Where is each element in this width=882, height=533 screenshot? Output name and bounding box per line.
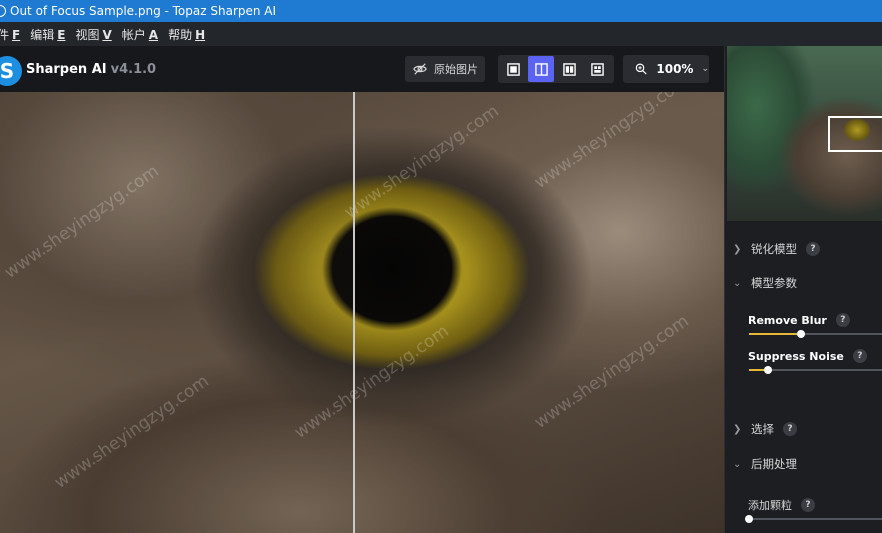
help-icon[interactable]: ? [801,498,815,512]
view-single-button[interactable] [500,56,526,82]
eye-off-icon [413,63,427,75]
original-half-overlay [0,92,354,533]
section-post-processing-label: 后期处理 [751,457,797,471]
watermark-text-5: www.sheyingzyg.com [530,92,693,193]
navigator-thumbnail[interactable] [727,46,882,221]
sharpen-ai-logo-icon: S [0,56,22,86]
slider-thumb[interactable] [797,330,806,338]
app-name-text: Sharpen AI [26,62,107,77]
app-header: S Sharpen AI v4.1.0 原始图片 100% ⌄ [0,46,724,92]
show-original-label: 原始图片 [434,63,478,76]
chevron-right-icon: ❯ [733,243,742,255]
menu-view-label: 视图 [75,27,100,42]
zoom-control[interactable]: 100% ⌄ [623,55,709,83]
chevron-right-icon: ❯ [733,423,742,435]
slider-fill [749,333,802,335]
app-name: Sharpen AI v4.1.0 [26,62,156,77]
suppress-noise-slider[interactable] [749,366,882,374]
remove-blur-slider[interactable] [749,330,882,338]
show-original-button[interactable]: 原始图片 [405,56,485,82]
add-grain-label: 添加颗粒 ? [748,497,815,513]
add-grain-text: 添加颗粒 [748,499,792,512]
app-window-icon [0,5,6,17]
comparison-view-icon [590,62,604,76]
watermark-text-6: www.sheyingzyg.com [530,311,693,433]
chevron-down-icon: ⌄ [733,458,742,470]
image-preview-canvas[interactable]: www.sheyingzyg.com www.sheyingzyg.com ww… [0,92,724,533]
watermark-text-3: www.sheyingzyg.com [340,101,503,223]
zoom-in-icon [635,63,647,75]
remove-blur-label: Remove Blur ? [748,313,850,327]
menu-help[interactable]: 帮助 H [168,26,205,43]
section-sharpen-model[interactable]: ❯ 锐化模型 ? [733,241,820,257]
window-title: Out of Focus Sample.png - Topaz Sharpen … [10,4,277,18]
view-mode-group [498,55,614,83]
settings-panel: ❯ 锐化模型 ? ⌄ 模型参数 Remove Blur ? Suppress N… [724,46,882,533]
section-select[interactable]: ❯ 选择 ? [733,421,797,437]
menu-file-label: 件 [0,27,10,42]
section-post-processing[interactable]: ⌄ 后期处理 [733,456,797,472]
split-view-icon [534,62,548,76]
zoom-chevron-down-icon[interactable]: ⌄ [701,64,709,74]
slider-thumb[interactable] [745,515,753,523]
section-model-params[interactable]: ⌄ 模型参数 [733,275,797,291]
menu-bar: 件F 编辑 E 视图 V 帐户 A 帮助 H [0,22,882,46]
menu-view[interactable]: 视图 V [75,26,111,43]
section-sharpen-model-label: 锐化模型 [751,242,797,256]
side-by-side-icon [562,62,576,76]
menu-file-key: F [12,27,21,42]
slider-thumb[interactable] [763,366,772,374]
help-icon[interactable]: ? [783,422,797,436]
navigator-viewport-frame[interactable] [828,116,882,152]
menu-account-label: 帐户 [121,27,146,42]
suppress-noise-text: Suppress Noise [748,349,844,363]
app-version: v4.1.0 [110,62,157,77]
view-comparison-button[interactable] [584,56,610,82]
menu-account-key: A [148,27,159,42]
zoom-level: 100% [656,62,694,76]
menu-file[interactable]: 件F [0,26,20,43]
menu-account[interactable]: 帐户 A [122,26,158,43]
menu-help-label: 帮助 [168,27,193,42]
help-icon[interactable]: ? [835,313,850,327]
section-model-params-label: 模型参数 [751,276,797,290]
help-icon[interactable]: ? [806,242,820,256]
single-view-icon [506,62,520,76]
suppress-noise-label: Suppress Noise ? [748,349,867,363]
window-titlebar: Out of Focus Sample.png - Topaz Sharpen … [0,0,882,22]
menu-help-key: H [195,27,206,42]
menu-view-key: V [102,27,112,42]
help-icon[interactable]: ? [852,349,867,363]
menu-edit-label: 编辑 [30,27,55,42]
menu-edit-key: E [57,27,66,42]
split-divider-handle[interactable] [353,92,355,533]
view-side-by-side-button[interactable] [556,56,582,82]
add-grain-slider[interactable] [745,515,882,523]
view-split-button[interactable] [528,56,554,82]
chevron-down-icon: ⌄ [733,277,742,289]
section-select-label: 选择 [751,422,774,436]
menu-edit[interactable]: 编辑 E [30,26,65,43]
remove-blur-text: Remove Blur [748,313,827,327]
